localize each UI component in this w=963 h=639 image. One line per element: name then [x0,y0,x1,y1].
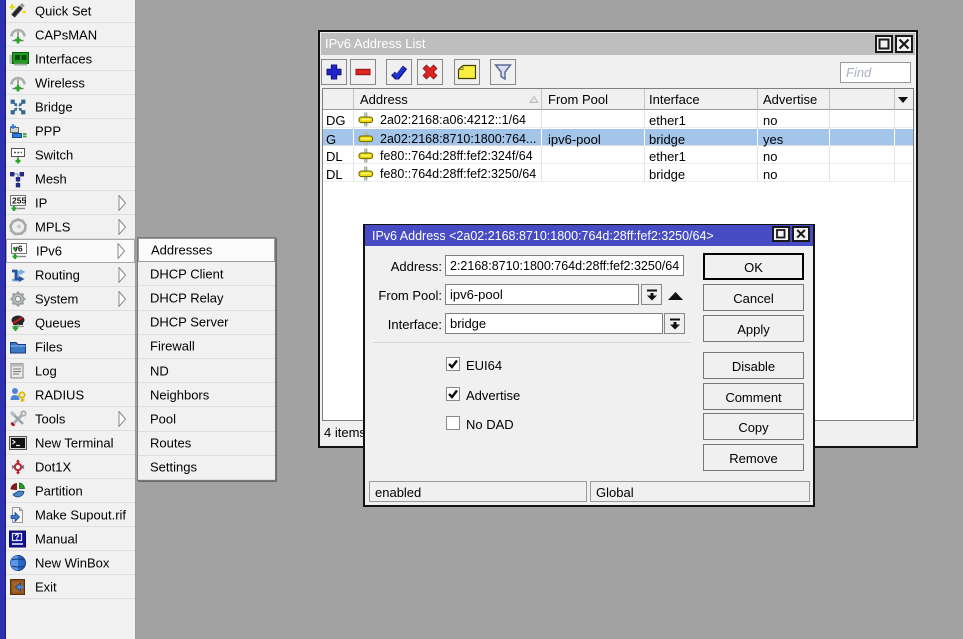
svg-text:v6: v6 [13,244,23,254]
svg-text:?: ? [15,533,20,542]
svg-text:255: 255 [12,195,26,205]
